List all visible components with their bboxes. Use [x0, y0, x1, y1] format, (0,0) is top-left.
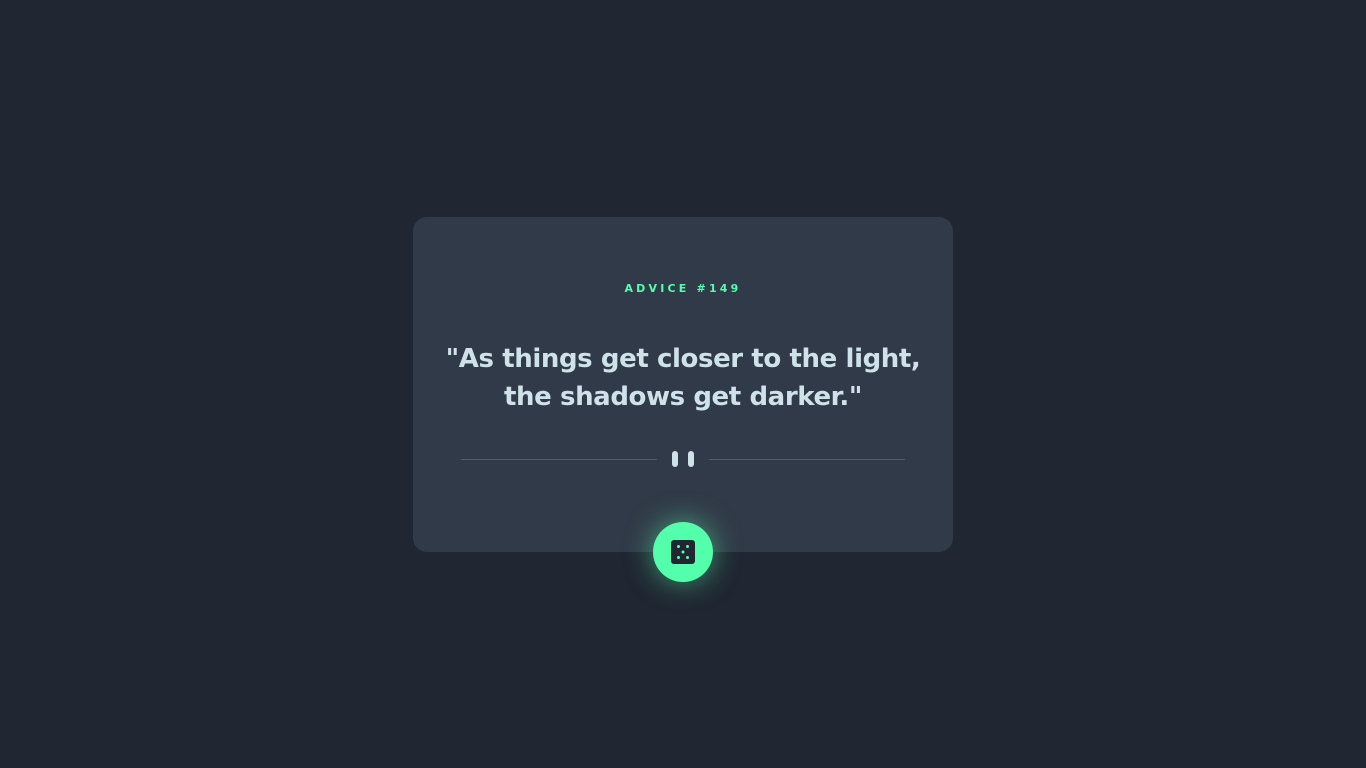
pattern-divider — [461, 451, 905, 467]
pause-icon — [672, 451, 694, 467]
generate-advice-button[interactable] — [653, 522, 713, 582]
advice-card: ADVICE #149 "As things get closer to the… — [413, 217, 953, 552]
advice-quote: "As things get closer to the light, the … — [445, 344, 921, 412]
divider-line-left — [461, 459, 657, 460]
dice-icon — [671, 540, 695, 564]
advice-id-label: ADVICE #149 — [624, 282, 742, 295]
divider-line-right — [709, 459, 905, 460]
